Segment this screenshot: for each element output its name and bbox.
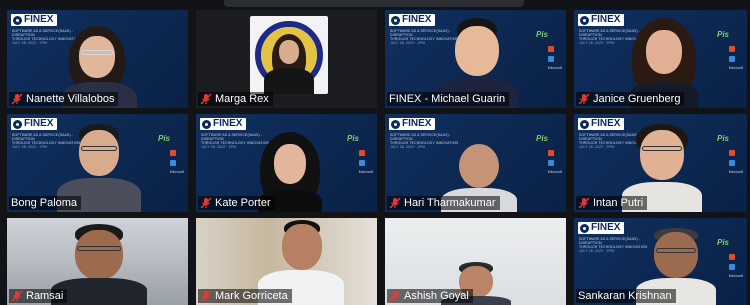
profile-picture bbox=[250, 16, 328, 94]
finex-logo: FINEX bbox=[578, 222, 625, 234]
finex-mark-icon bbox=[13, 15, 22, 25]
sponsor-logo: Pis bbox=[157, 134, 170, 143]
mic-off-icon bbox=[389, 197, 401, 209]
participant-name-tag: Hari Tharmakumar bbox=[387, 196, 500, 210]
sponsor-logo: Pis bbox=[346, 134, 359, 143]
partner-logo bbox=[548, 160, 554, 166]
finex-logo: FINEX bbox=[389, 118, 436, 130]
participant-name-tag: Intan Putri bbox=[576, 196, 648, 210]
partner-logo bbox=[729, 46, 735, 52]
finex-logo: FINEX bbox=[11, 118, 58, 130]
partner-logo bbox=[359, 150, 365, 156]
video-tile[interactable]: FINEX SOFTWARE AS A SERVICE(SAAS) - DISR… bbox=[385, 10, 566, 108]
finex-logo: FINEX bbox=[11, 14, 58, 26]
finex-logo: FINEX bbox=[578, 14, 625, 26]
partner-logo bbox=[729, 56, 735, 62]
video-tile[interactable]: Ramsai bbox=[7, 218, 188, 305]
partner-logo bbox=[548, 150, 554, 156]
mic-off-icon bbox=[200, 197, 212, 209]
video-tile[interactable]: FINEX SOFTWARE AS A SERVICE(SAAS) - DISR… bbox=[7, 10, 188, 108]
microsoft-logo: Microsoft bbox=[728, 274, 743, 278]
video-tile[interactable]: FINEX SOFTWARE AS A SERVICE(SAAS) - DISR… bbox=[385, 114, 566, 212]
participant-name-tag: Kate Porter bbox=[198, 196, 275, 210]
finex-mark-icon bbox=[391, 15, 400, 25]
finex-logo: FINEX bbox=[578, 118, 625, 130]
microsoft-logo: Microsoft bbox=[728, 66, 743, 70]
mic-off-icon bbox=[578, 197, 590, 209]
video-tile[interactable]: FINEX SOFTWARE AS A SERVICE(SAAS) - DISR… bbox=[574, 114, 747, 212]
partner-logo bbox=[359, 160, 365, 166]
participant-name-tag: Bong Paloma bbox=[9, 196, 82, 210]
partner-logo bbox=[170, 150, 176, 156]
video-tile[interactable]: Marga Rex bbox=[196, 10, 377, 108]
mic-off-icon bbox=[200, 290, 212, 302]
video-tile[interactable]: FINEX SOFTWARE AS A SERVICE(SAAS) - DISR… bbox=[196, 114, 377, 212]
finex-logo: FINEX bbox=[200, 118, 247, 130]
partner-logo bbox=[548, 46, 554, 52]
video-gallery: FINEX SOFTWARE AS A SERVICE(SAAS) - DISR… bbox=[0, 0, 750, 305]
partner-logo bbox=[170, 160, 176, 166]
participant-name-tag: Ramsai bbox=[9, 289, 68, 303]
participant-name-tag: Sankaran Krishnan bbox=[576, 289, 676, 303]
video-tile[interactable]: Ashish Goyal bbox=[385, 218, 566, 305]
partner-logo bbox=[729, 264, 735, 270]
top-toolbar-strip bbox=[224, 0, 524, 7]
mic-off-icon bbox=[389, 290, 401, 302]
video-tile[interactable]: FINEX SOFTWARE AS A SERVICE(SAAS) - DISR… bbox=[574, 10, 747, 108]
partner-logo bbox=[729, 150, 735, 156]
partner-logo bbox=[729, 160, 735, 166]
finex-mark-icon bbox=[13, 119, 22, 129]
partner-logo bbox=[729, 254, 735, 260]
sponsor-logo: Pis bbox=[535, 134, 548, 143]
mic-off-icon bbox=[11, 290, 23, 302]
microsoft-logo: Microsoft bbox=[169, 170, 184, 174]
sponsor-logo: Pis bbox=[716, 238, 729, 247]
participant-name-tag: FINEX - Michael Guarin bbox=[387, 92, 510, 106]
finex-logo: FINEX bbox=[389, 14, 436, 26]
finex-mark-icon bbox=[580, 119, 589, 129]
mic-off-icon bbox=[11, 93, 23, 105]
partner-logo bbox=[548, 56, 554, 62]
microsoft-logo: Microsoft bbox=[728, 170, 743, 174]
microsoft-logo: Microsoft bbox=[547, 66, 562, 70]
finex-mark-icon bbox=[202, 119, 211, 129]
sponsor-logo: Pis bbox=[716, 30, 729, 39]
video-tile[interactable]: FINEX SOFTWARE AS A SERVICE(SAAS) - DISR… bbox=[574, 218, 747, 305]
participant-name-tag: Ashish Goyal bbox=[387, 289, 473, 303]
participant-name-tag: Janice Gruenberg bbox=[576, 92, 685, 106]
sponsor-logo: Pis bbox=[535, 30, 548, 39]
participant-name-tag: Marga Rex bbox=[198, 92, 273, 106]
video-tile[interactable]: FINEX SOFTWARE AS A SERVICE(SAAS) - DISR… bbox=[7, 114, 188, 212]
microsoft-logo: Microsoft bbox=[358, 170, 373, 174]
mic-off-icon bbox=[200, 93, 212, 105]
sponsor-logo: Pis bbox=[716, 134, 729, 143]
finex-mark-icon bbox=[580, 15, 589, 25]
mic-off-icon bbox=[578, 93, 590, 105]
video-tile[interactable]: Mark Gorriceta bbox=[196, 218, 377, 305]
finex-mark-icon bbox=[391, 119, 400, 129]
participant-name-tag: Nanette Villalobos bbox=[9, 92, 119, 106]
microsoft-logo: Microsoft bbox=[547, 170, 562, 174]
participant-name-tag: Mark Gorriceta bbox=[198, 289, 292, 303]
finex-mark-icon bbox=[580, 223, 589, 233]
